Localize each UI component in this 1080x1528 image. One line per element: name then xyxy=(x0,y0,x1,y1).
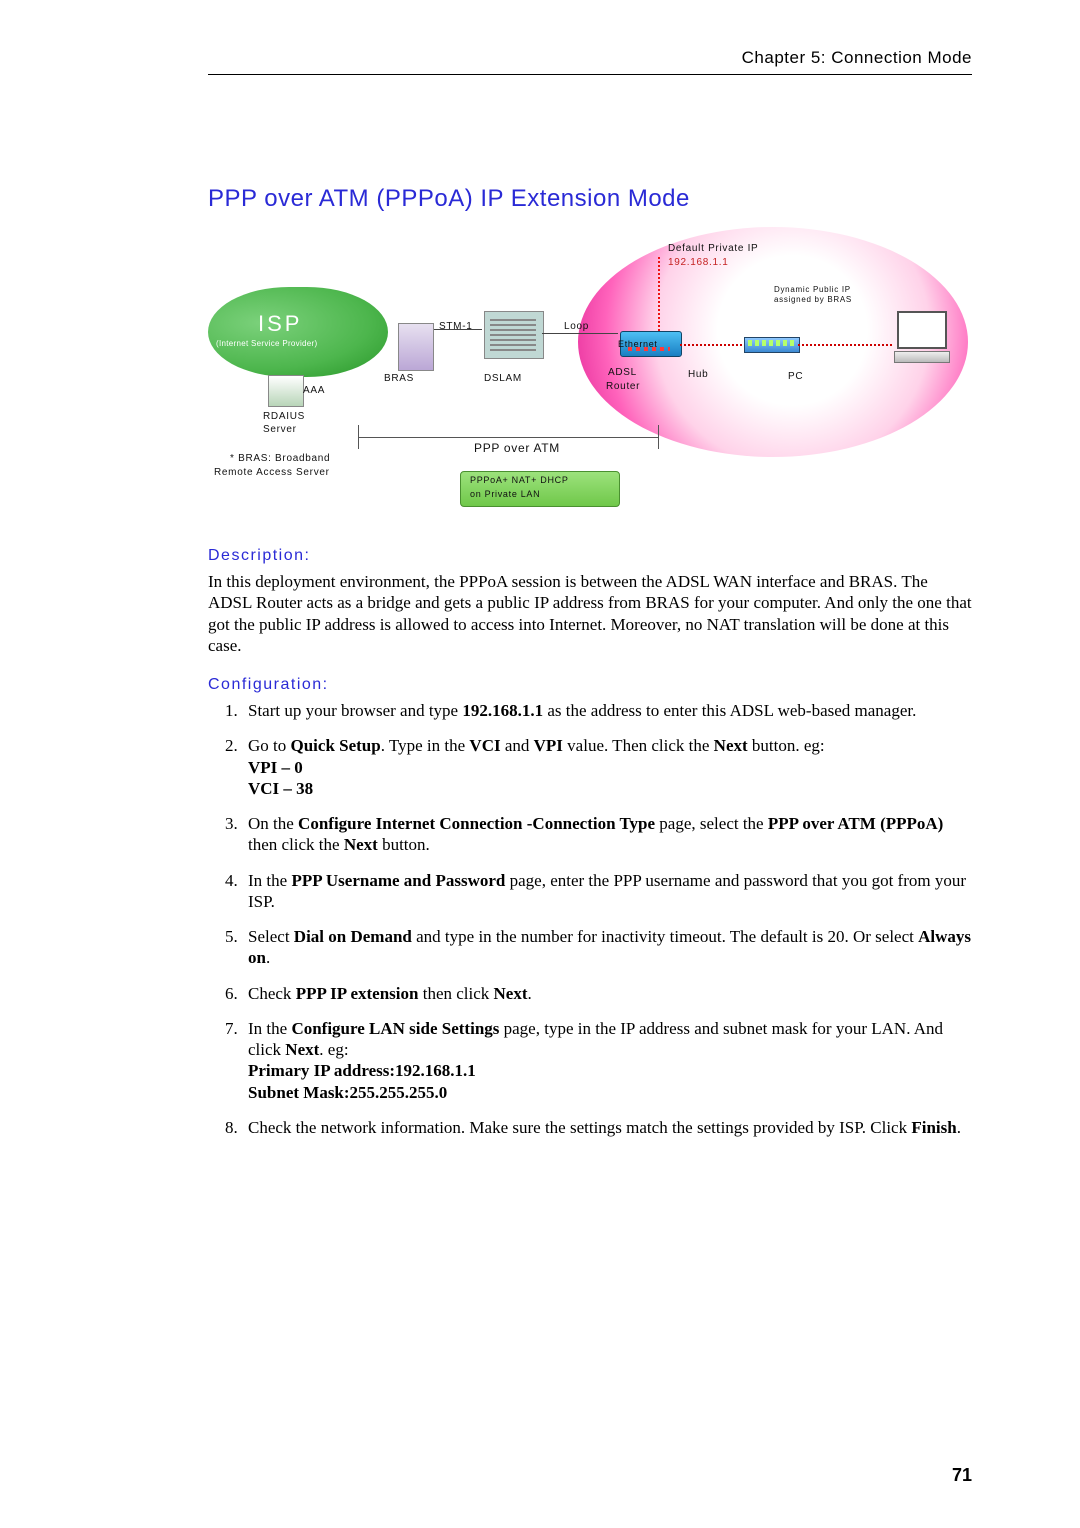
chapter-header: Chapter 5: Connection Mode xyxy=(208,48,972,68)
aaa-server-icon xyxy=(268,375,304,407)
header-rule xyxy=(208,74,972,75)
green-box-line-1: PPPoA+ NAT+ DHCP xyxy=(470,475,569,485)
aaa-label: AAA xyxy=(303,385,325,396)
ethernet-link-2 xyxy=(798,344,892,346)
radius-label-2: Server xyxy=(263,424,297,435)
page-number: 71 xyxy=(952,1465,972,1486)
bras-note-2: Remote Access Server xyxy=(214,467,330,478)
default-ip-pointer xyxy=(658,257,660,331)
pc-label: PC xyxy=(788,371,803,382)
isp-label: ISP xyxy=(258,311,302,337)
configuration-list: Start up your browser and type 192.168.1… xyxy=(208,700,972,1138)
dynamic-ip-label-1: Dynamic Public IP xyxy=(774,285,851,294)
step-3: On the Configure Internet Connection -Co… xyxy=(242,813,972,856)
description-body: In this deployment environment, the PPPo… xyxy=(208,571,972,656)
step-6: Check PPP IP extension then click Next. xyxy=(242,983,972,1004)
step-8: Check the network information. Make sure… xyxy=(242,1117,972,1138)
adsl-label-2: Router xyxy=(606,381,640,392)
hub-ports xyxy=(748,340,794,346)
pc-icon xyxy=(894,311,950,361)
bras-icon xyxy=(398,323,434,371)
radius-label-1: RDAIUS xyxy=(263,411,305,422)
hub-label: Hub xyxy=(688,369,708,380)
configuration-heading: Configuration: xyxy=(208,676,972,694)
description-heading: Description: xyxy=(208,547,972,565)
isp-sublabel: (Internet Service Provider) xyxy=(216,339,317,348)
topology-diagram: ISP (Internet Service Provider) AAA RDAI… xyxy=(208,227,968,527)
dslam-label: DSLAM xyxy=(484,373,522,384)
dslam-icon-inner xyxy=(490,317,536,351)
green-box-line-2: on Private LAN xyxy=(470,489,540,499)
loop-label: Loop xyxy=(564,321,589,332)
default-ip-label: Default Private IP xyxy=(668,243,758,254)
step-7: In the Configure LAN side Settings page,… xyxy=(242,1018,972,1103)
ppp-over-atm-label: PPP over ATM xyxy=(474,441,560,455)
ppp-span-bar xyxy=(358,437,658,438)
bras-label: BRAS xyxy=(384,373,414,384)
default-ip-value: 192.168.1.1 xyxy=(668,257,729,268)
dynamic-ip-label-2: assigned by BRAS xyxy=(774,295,852,304)
step-1: Start up your browser and type 192.168.1… xyxy=(242,700,972,721)
adsl-label-1: ADSL xyxy=(608,367,637,378)
stm-label: STM-1 xyxy=(439,321,473,332)
page-title: PPP over ATM (PPPoA) IP Extension Mode xyxy=(208,185,972,213)
bras-note-1: * BRAS: Broadband xyxy=(230,453,330,464)
step-4: In the PPP Username and Password page, e… xyxy=(242,870,972,913)
step-5: Select Dial on Demand and type in the nu… xyxy=(242,926,972,969)
ethernet-link-1 xyxy=(680,344,742,346)
ppp-span-right xyxy=(658,425,659,449)
ethernet-label: Ethernet xyxy=(618,339,658,349)
loop-link xyxy=(542,333,618,334)
step-2: Go to Quick Setup. Type in the VCI and V… xyxy=(242,735,972,799)
